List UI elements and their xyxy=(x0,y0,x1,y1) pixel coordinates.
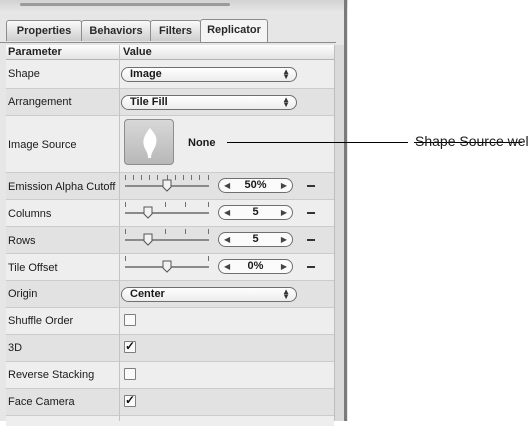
checkmark-icon: ✓ xyxy=(125,393,136,407)
arrangement-popup[interactable]: Tile Fill ▲ ▼ xyxy=(121,95,297,110)
tile-offset-field[interactable]: ◀ 0% ▶ xyxy=(218,259,293,274)
slider-knob-icon[interactable] xyxy=(162,260,172,273)
columns-field[interactable]: ◀ 5 ▶ xyxy=(218,205,293,220)
popup-arrows-icon: ▲ ▼ xyxy=(282,287,290,301)
increment-arrow-icon[interactable]: ▶ xyxy=(281,261,287,272)
slider-knob-icon[interactable] xyxy=(143,206,153,219)
popup-arrows-icon: ▲ ▼ xyxy=(282,95,290,109)
popup-arrows-icon: ▲ ▼ xyxy=(282,67,290,81)
increment-arrow-icon[interactable]: ▶ xyxy=(281,207,287,218)
slider-knob-icon[interactable] xyxy=(162,179,172,192)
table-row: Shuffle Order xyxy=(6,308,334,335)
shape-popup[interactable]: Image ▲ ▼ xyxy=(121,67,297,82)
shape-source-well[interactable] xyxy=(124,119,174,165)
tile-offset-label: Tile Offset xyxy=(8,262,58,274)
shape-value: Image xyxy=(130,68,162,80)
reset-dash-icon[interactable] xyxy=(307,185,315,187)
table-row: Reverse Stacking xyxy=(6,362,334,389)
face-camera-label: Face Camera xyxy=(8,396,75,408)
column-divider xyxy=(119,45,120,421)
columns-slider[interactable] xyxy=(125,200,209,220)
reset-dash-icon[interactable] xyxy=(307,239,315,241)
table-row xyxy=(6,416,334,426)
image-source-value: None xyxy=(188,137,216,149)
emission-alpha-field[interactable]: ◀ 50% ▶ xyxy=(218,178,293,193)
shuffle-order-checkbox[interactable] xyxy=(124,314,136,326)
3d-label: 3D xyxy=(8,342,23,354)
tab-properties[interactable]: Properties xyxy=(6,20,82,41)
reverse-stacking-checkbox[interactable] xyxy=(124,368,136,380)
emission-alpha-slider[interactable] xyxy=(125,173,209,193)
reset-dash-icon[interactable] xyxy=(307,266,315,268)
3d-checkbox[interactable]: ✓ xyxy=(124,339,136,353)
tile-offset-slider[interactable] xyxy=(125,254,209,274)
origin-value: Center xyxy=(130,288,165,300)
reset-dash-icon[interactable] xyxy=(307,212,315,214)
tab-filters[interactable]: Filters xyxy=(150,20,201,41)
emission-alpha-cutoff-label: Emission Alpha Cutoff xyxy=(8,181,116,193)
rows-field[interactable]: ◀ 5 ▶ xyxy=(218,232,293,247)
shuffle-order-label: Shuffle Order xyxy=(8,315,74,327)
table-row: Face Camera xyxy=(6,389,334,416)
panel-edge xyxy=(344,0,347,421)
increment-arrow-icon[interactable]: ▶ xyxy=(281,234,287,245)
column-header-value: Value xyxy=(123,46,152,58)
checkmark-icon: ✓ xyxy=(125,339,136,353)
arrangement-label: Arrangement xyxy=(8,96,72,108)
columns-label: Columns xyxy=(8,208,52,220)
rows-slider[interactable] xyxy=(125,227,209,247)
top-strip xyxy=(0,0,348,13)
callout-label: Shape Source well xyxy=(415,133,529,149)
callout-gap xyxy=(408,136,414,148)
table-row: 3D xyxy=(6,335,334,362)
shape-label: Shape xyxy=(8,68,40,80)
origin-label: Origin xyxy=(8,288,38,300)
arrangement-value: Tile Fill xyxy=(130,96,168,108)
increment-arrow-icon[interactable]: ▶ xyxy=(281,180,287,191)
tab-behaviors[interactable]: Behaviors xyxy=(81,20,151,41)
origin-popup[interactable]: Center ▲ ▼ xyxy=(121,287,297,302)
image-source-label: Image Source xyxy=(8,139,77,151)
face-camera-checkbox[interactable]: ✓ xyxy=(124,393,136,407)
replicator-inspector: Properties Behaviors Filters Replicator … xyxy=(0,0,348,426)
reverse-stacking-label: Reverse Stacking xyxy=(8,369,95,381)
column-header-parameter: Parameter xyxy=(8,46,62,58)
tab-replicator[interactable]: Replicator xyxy=(200,19,268,42)
shape-image-icon xyxy=(143,128,157,158)
rows-label: Rows xyxy=(8,235,36,247)
slider-knob-icon[interactable] xyxy=(143,233,153,246)
tab-divider xyxy=(0,42,336,43)
